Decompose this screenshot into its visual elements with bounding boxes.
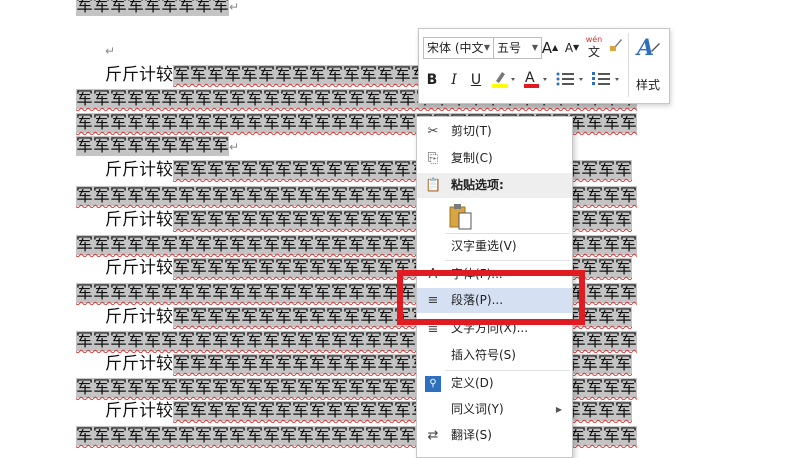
menu-item-define[interactable]: ⚲ 定义(D) — [417, 371, 572, 396]
context-menu: ✂ 剪切(T) ⎘ 复制(C) 📋 粘贴选项: 汉字重选(V) A 字体(F).… — [416, 116, 573, 458]
text-run: 斤斤计较 — [105, 354, 173, 374]
paragraph-mark: ↵ — [229, 140, 240, 154]
paragraph-icon: ≡ — [427, 293, 439, 308]
paste-options-label: 粘贴选项: — [451, 178, 504, 192]
text-run: 斤斤计较 — [105, 307, 173, 327]
paragraph-mark: ↵ — [105, 44, 116, 58]
define-search-icon: ⚲ — [425, 376, 441, 392]
font-size-dropdown[interactable]: 五号 ▼ — [493, 37, 542, 59]
shrink-font-button[interactable]: A▼ — [563, 37, 581, 59]
menu-item-insert-symbol[interactable]: 插入符号(S) — [417, 343, 572, 368]
menu-item-reconvert[interactable]: 汉字重选(V) — [417, 234, 572, 259]
menu-item-font-label: 字体(F)... — [451, 267, 503, 281]
styles-icon: A — [635, 35, 660, 61]
text-run: 军军军军军军军军军 — [76, 136, 229, 156]
font-name-value: 宋体 (中文 — [427, 41, 484, 55]
bullets-button[interactable] — [553, 69, 587, 91]
menu-item-cut-label: 剪切(T) — [451, 124, 492, 138]
paragraph-mark: ↵ — [229, 0, 240, 14]
chevron-down-icon: ▼ — [483, 43, 490, 52]
format-painter-button[interactable] — [607, 37, 625, 59]
text-direction-icon: ≣ — [427, 321, 439, 336]
copy-icon: ⎘ — [427, 151, 439, 166]
chevron-down-icon: ▼ — [531, 43, 538, 52]
menu-item-synonyms-label: 同义词(Y) — [451, 402, 504, 416]
format-painter-icon — [610, 39, 622, 51]
menu-item-paragraph-label: 段落(P)... — [451, 293, 504, 307]
document-line[interactable]: 军军军军军军军军军↵ — [76, 0, 239, 18]
font-color-glyph: A — [525, 70, 535, 86]
text-run: 斤斤计较 — [105, 160, 173, 180]
menu-item-text-direction[interactable]: ≣ 文字方向(X)... — [417, 316, 572, 341]
svg-text:A: A — [635, 35, 654, 59]
font-icon: A — [428, 267, 438, 282]
text-run: 斤斤计较 — [105, 258, 173, 278]
italic-button[interactable]: I — [445, 69, 463, 91]
font-color-icon: A — [524, 70, 547, 88]
bold-button[interactable]: B — [423, 69, 441, 91]
document-line[interactable]: ↵ — [105, 38, 115, 62]
phonetic-guide-pinyin: wén — [585, 35, 603, 44]
paste-text-only-icon — [449, 204, 472, 230]
menu-item-paragraph[interactable]: ≡ 段落(P)... — [417, 288, 572, 313]
phonetic-guide-button[interactable]: wén 文 — [583, 35, 605, 59]
text-run: 斤斤计较 — [105, 401, 173, 421]
paste-options-header: 📋 粘贴选项: — [417, 173, 572, 198]
highlighter-icon — [492, 72, 515, 88]
document-line[interactable]: 军军军军军军军军军↵ — [76, 134, 239, 158]
menu-item-text-direction-label: 文字方向(X)... — [451, 321, 529, 335]
underline-button[interactable]: U — [467, 69, 485, 91]
font-color-button[interactable]: A — [521, 69, 549, 91]
scissors-icon: ✂ — [427, 124, 439, 139]
styles-label: 样式 — [635, 78, 660, 92]
font-size-value: 五号 — [497, 41, 522, 55]
menu-item-synonyms[interactable]: 同义词(Y) ▶ — [417, 397, 572, 422]
menu-item-font[interactable]: A 字体(F)... — [417, 262, 572, 287]
numbered-list-icon — [592, 72, 619, 85]
document-body[interactable]: 军军军军军军军军军↵ ↵ 斤斤计较军军军军军军军军军军军军军军军军军军军军军军军军军… — [0, 0, 800, 450]
menu-item-copy-label: 复制(C) — [451, 151, 493, 165]
submenu-arrow-icon: ▶ — [555, 405, 562, 414]
grow-font-button[interactable]: A▲ — [541, 37, 559, 59]
highlight-color-button[interactable] — [489, 69, 517, 91]
translate-icon: ⇄ — [427, 428, 439, 443]
numbering-button[interactable] — [589, 69, 625, 91]
menu-item-insert-symbol-label: 插入符号(S) — [451, 348, 516, 362]
text-run: 军军军军军军军军军 — [76, 0, 229, 16]
menu-item-translate-label: 翻译(S) — [451, 428, 492, 442]
mini-toolbar: 宋体 (中文 ▼ 五号 ▼ A▲ A▼ wén 文 A 样式 B I U A — [418, 28, 670, 104]
styles-button[interactable]: A 样式 — [631, 35, 665, 95]
clipboard-icon: 📋 — [425, 178, 442, 193]
menu-item-define-label: 定义(D) — [451, 376, 494, 390]
menu-item-reconvert-label: 汉字重选(V) — [451, 239, 517, 253]
phonetic-guide-char: 文 — [587, 45, 600, 59]
menu-item-cut[interactable]: ✂ 剪切(T) — [417, 119, 572, 144]
font-name-dropdown[interactable]: 宋体 (中文 ▼ — [423, 37, 494, 59]
toolbar-separator — [628, 33, 629, 97]
paste-keep-text-only-button[interactable] — [417, 201, 572, 231]
bullet-list-icon — [556, 72, 583, 86]
menu-item-translate[interactable]: ⇄ 翻译(S) — [417, 423, 572, 448]
menu-item-copy[interactable]: ⎘ 复制(C) — [417, 146, 572, 171]
text-run: 斤斤计较 — [105, 65, 173, 85]
text-run: 斤斤计较 — [105, 210, 173, 230]
menu-separator — [445, 260, 570, 261]
